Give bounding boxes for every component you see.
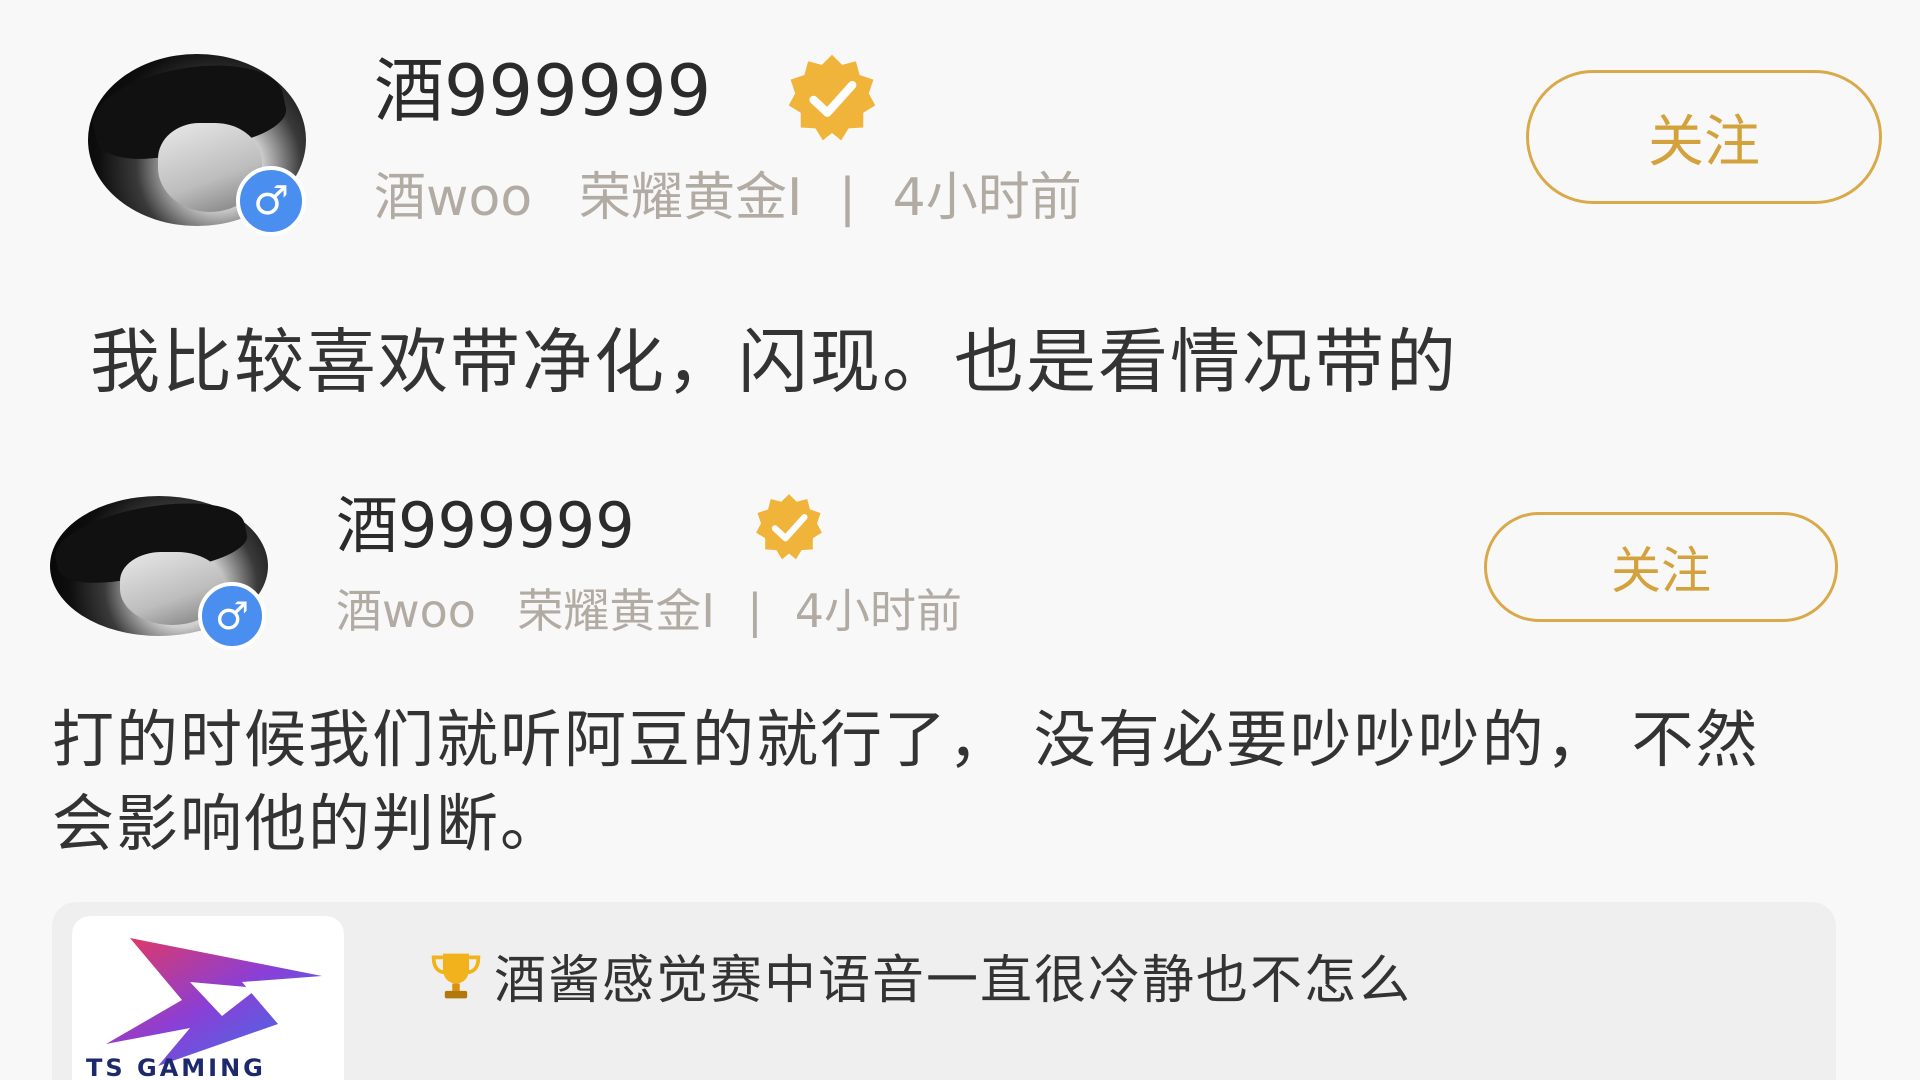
username[interactable]: 酒999999 (336, 488, 635, 564)
rank-label: 荣耀黄金I (578, 168, 803, 228)
meta-separator: | (838, 168, 857, 228)
male-gender-icon: ♂ (236, 166, 306, 236)
verified-badge-icon (756, 494, 822, 560)
meta-separator: | (747, 584, 763, 638)
username[interactable]: 酒999999 (374, 48, 711, 134)
verified-badge-icon (788, 54, 876, 141)
user-meta: 酒woo 荣耀黄金I | 4小时前 (336, 582, 962, 640)
quoted-card-message: 酒酱感觉赛中语音一直很冷静也不怎么 (494, 951, 1413, 1011)
comment-text: 打的时候我们就听阿豆的就行了， 没有必要吵吵吵的， 不然会影响他的判断。 (52, 703, 1760, 860)
follow-button[interactable]: 关注 (1526, 70, 1882, 204)
follow-button[interactable]: 关注 (1484, 512, 1838, 622)
user-meta: 酒woo 荣耀黄金I | 4小时前 (374, 166, 1082, 230)
post-time: 4小时前 (892, 168, 1082, 228)
logo-text: TS GAMING (86, 1054, 266, 1080)
trophy-icon (431, 953, 481, 999)
ts-gaming-logo: TS GAMING (72, 916, 344, 1080)
quoted-card-text: 酒酱感觉赛中语音一直很冷静也不怎么 (426, 940, 1766, 1022)
comment-text: 我比较喜欢带净化，闪现。也是看情况带的 (90, 321, 1458, 403)
rank-label: 荣耀黄金I (517, 584, 715, 638)
post-time: 4小时前 (794, 584, 963, 638)
ts-gaming-logo-icon: TS GAMING (86, 938, 322, 1080)
male-gender-icon: ♂ (198, 582, 266, 650)
nickname: 酒woo (336, 584, 476, 638)
comment-feed: ♂ 酒999999 酒woo 荣耀黄金I | 4小时前 关注 我比较喜欢带净化，闪现。… (0, 0, 1920, 1080)
nickname: 酒woo (374, 168, 533, 228)
